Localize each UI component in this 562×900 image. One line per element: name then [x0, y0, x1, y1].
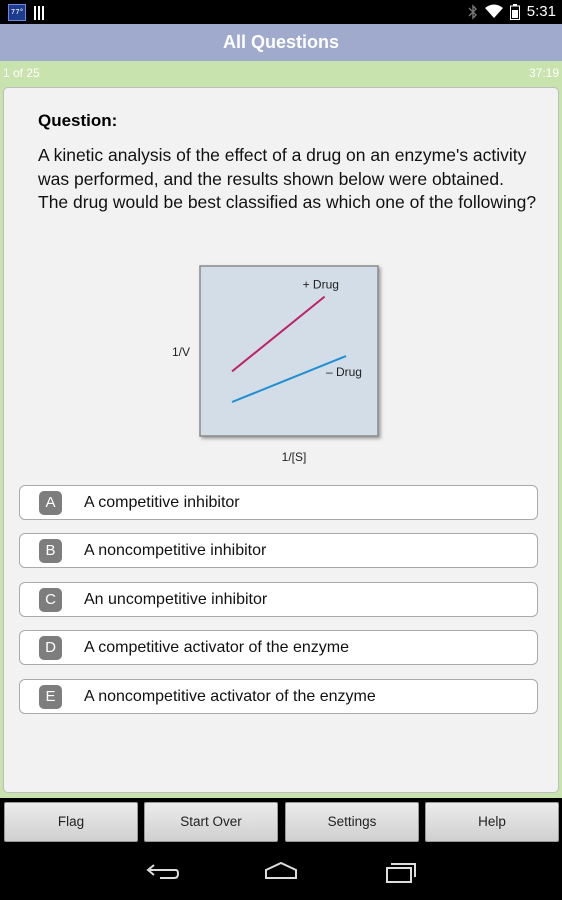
option-text: An uncompetitive inhibitor: [84, 591, 268, 608]
app-icon: 77°: [8, 4, 26, 21]
option-letter: A: [39, 491, 62, 515]
question-text: A kinetic analysis of the effect of a dr…: [38, 145, 537, 212]
option-letter: B: [39, 539, 62, 563]
status-bar: 77° 5:31: [0, 0, 562, 24]
timer: 37:19: [528, 66, 559, 80]
option-text: A competitive inhibitor: [84, 494, 240, 511]
option-letter: C: [39, 588, 62, 612]
plot-area: [199, 265, 379, 437]
home-icon[interactable]: [263, 860, 299, 884]
x-axis-label: 1/[S]: [282, 450, 307, 464]
question-heading: Question:: [38, 111, 118, 130]
option-e[interactable]: E A noncompetitive activator of the enzy…: [19, 679, 538, 714]
back-icon[interactable]: [144, 860, 180, 884]
series-label-plus-drug: + Drug: [303, 278, 339, 292]
question-card[interactable]: Question: A kinetic analysis of the effe…: [3, 87, 559, 793]
help-button[interactable]: Help: [425, 802, 559, 842]
option-letter: E: [39, 685, 62, 709]
option-text: A noncompetitive inhibitor: [84, 542, 267, 559]
bluetooth-icon: [468, 3, 477, 20]
notification-area: 77°: [8, 4, 46, 21]
option-letter: D: [39, 636, 62, 660]
action-bar: Flag Start Over Settings Help: [0, 798, 562, 844]
y-axis-label: 1/V: [172, 345, 190, 359]
start-over-button[interactable]: Start Over: [144, 802, 278, 842]
clock: 5:31: [526, 3, 556, 20]
wifi-icon: [484, 4, 503, 18]
option-a[interactable]: A A competitive inhibitor: [19, 485, 538, 520]
navigation-bar: [0, 844, 562, 900]
battery-icon: [509, 3, 520, 20]
settings-button[interactable]: Settings: [285, 802, 419, 842]
info-bar: 1 of 25 37:19: [0, 61, 562, 85]
question-counter: 1 of 25: [3, 66, 40, 80]
status-icons: 5:31: [468, 3, 556, 20]
option-c[interactable]: C An uncompetitive inhibitor: [19, 582, 538, 617]
flag-button[interactable]: Flag: [4, 802, 138, 842]
lineweaver-burk-chart: + Drug – Drug 1/V 1/[S]: [172, 265, 379, 464]
content-area: Question: A kinetic analysis of the effe…: [0, 85, 562, 798]
kinetics-figure: + Drug – Drug 1/V 1/[S]: [154, 258, 414, 473]
recent-apps-icon[interactable]: [383, 860, 419, 884]
option-text: A noncompetitive activator of the enzyme: [84, 688, 376, 705]
series-label-minus-drug: – Drug: [326, 365, 362, 379]
barcode-icon: [34, 5, 46, 20]
option-b[interactable]: B A noncompetitive inhibitor: [19, 533, 538, 568]
option-d[interactable]: D A competitive activator of the enzyme: [19, 630, 538, 665]
option-text: A competitive activator of the enzyme: [84, 639, 350, 656]
page-title: All Questions: [0, 24, 562, 61]
